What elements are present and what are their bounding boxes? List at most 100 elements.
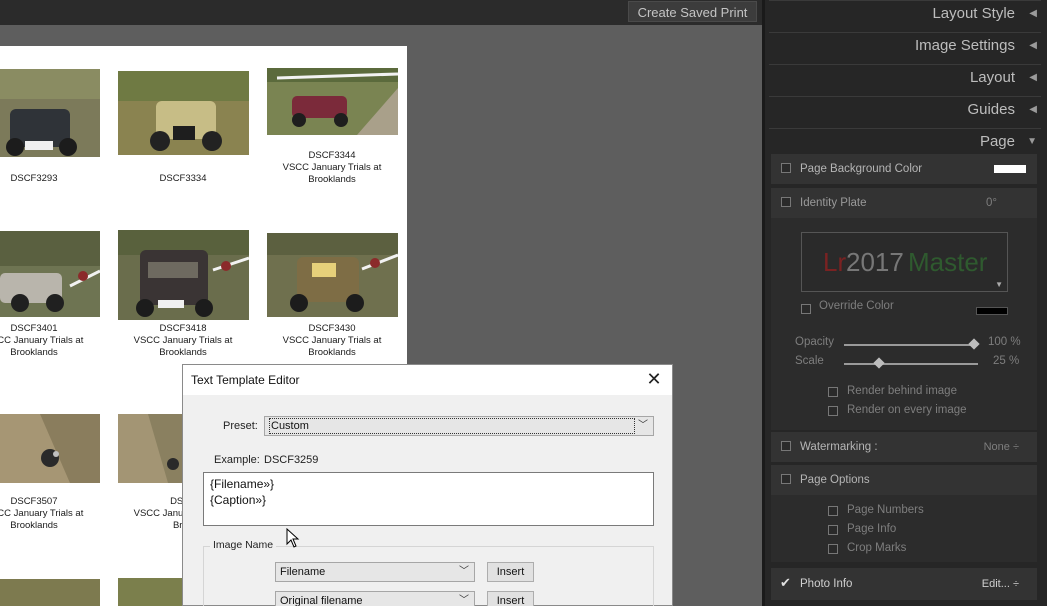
section-guides[interactable]: Guides ◀ bbox=[769, 96, 1041, 126]
preset-value: Custom bbox=[269, 418, 635, 434]
caption-line: Brooklands bbox=[159, 347, 207, 358]
identity-plate-master-text: Master bbox=[908, 247, 988, 277]
image-name-token-dropdown-2[interactable]: Original filename ﹀ bbox=[275, 591, 475, 606]
identity-plate-label: Identity Plate bbox=[800, 197, 867, 209]
opacity-label: Opacity bbox=[795, 336, 834, 348]
override-color-swatch[interactable] bbox=[976, 307, 1008, 315]
caption-line: Brooklands bbox=[10, 520, 58, 531]
caption-dscf3334: DSCF3334 bbox=[113, 173, 253, 185]
photo-info-dropdown[interactable]: Edit... ÷ bbox=[982, 568, 1019, 600]
section-label: Layout Style bbox=[932, 5, 1015, 22]
page-options-block: Page Options Page Numbers Page Info Crop… bbox=[771, 465, 1037, 562]
thumbnail-dscf3344[interactable] bbox=[267, 68, 398, 135]
create-saved-print-button[interactable]: Create Saved Print bbox=[628, 1, 757, 22]
close-icon[interactable]: ✕ bbox=[644, 369, 664, 389]
thumbnail-row4-col1[interactable] bbox=[0, 579, 100, 606]
page-background-swatch[interactable] bbox=[994, 165, 1026, 173]
caption-line: VSCC January Trials at bbox=[282, 162, 382, 173]
thumbnail-dscf3507[interactable] bbox=[0, 414, 100, 483]
watermarking-checkbox[interactable] bbox=[781, 441, 791, 451]
render-every-checkbox[interactable] bbox=[828, 406, 838, 416]
identity-plate-year-text: 2017 bbox=[846, 247, 904, 277]
section-image-settings[interactable]: Image Settings ◀ bbox=[769, 32, 1041, 62]
caption-line: VSCC January Trials at bbox=[282, 335, 382, 346]
text-template-editor-dialog: Text Template Editor ✕ Preset: Custom ﹀ … bbox=[182, 364, 673, 606]
collapse-triangle-icon: ◀ bbox=[1029, 40, 1037, 51]
top-toolbar: Create Saved Print bbox=[0, 0, 762, 25]
section-label: Layout bbox=[969, 69, 1015, 86]
section-layout[interactable]: Layout ◀ bbox=[769, 64, 1041, 94]
section-layout-style[interactable]: Layout Style ◀ bbox=[769, 0, 1041, 30]
caption-line: DSCF3401 bbox=[10, 323, 58, 334]
preset-dropdown[interactable]: Custom ﹀ bbox=[264, 416, 654, 436]
template-token-line: {Filename»} bbox=[210, 477, 275, 491]
dialog-title: Text Template Editor bbox=[191, 373, 300, 387]
page-options-checkbox[interactable] bbox=[781, 474, 791, 484]
watermarking-label: Watermarking : bbox=[800, 441, 878, 453]
thumbnail-row3-col2[interactable] bbox=[118, 414, 182, 483]
opacity-slider-track[interactable] bbox=[844, 344, 978, 346]
scale-value[interactable]: 25 % bbox=[993, 355, 1019, 367]
page-options-label: Page Options bbox=[800, 474, 870, 486]
identity-plate-lr-text: Lr bbox=[823, 247, 847, 277]
caption-dscf3293: DSCF3293 bbox=[0, 173, 104, 185]
insert-button-1[interactable]: Insert bbox=[487, 562, 534, 582]
caption-dscf3507: DSCF3507 VSCC January Trials at Brooklan… bbox=[0, 496, 104, 532]
identity-plate-preview[interactable]: Lr 2017 Master ▼ bbox=[801, 232, 1008, 292]
page-background-row: Page Background Color bbox=[771, 154, 1037, 184]
opacity-slider-knob[interactable] bbox=[968, 338, 980, 350]
thumbnail-dscf3430[interactable] bbox=[267, 233, 398, 317]
expand-triangle-icon: ▼ bbox=[1027, 136, 1037, 147]
section-label: Image Settings bbox=[914, 37, 1015, 54]
render-behind-checkbox[interactable] bbox=[828, 387, 838, 397]
thumbnail-dscf3334[interactable] bbox=[118, 71, 249, 155]
page-background-label: Page Background Color bbox=[800, 163, 923, 175]
caption-line: VSCC January Trials at bbox=[133, 335, 233, 346]
caption-line: DSCF3334 bbox=[159, 173, 207, 184]
collapse-triangle-icon: ◀ bbox=[1029, 104, 1037, 115]
page-background-checkbox[interactable] bbox=[781, 163, 791, 173]
section-label: Page bbox=[979, 133, 1015, 150]
thumbnail-dscf3401[interactable] bbox=[0, 231, 100, 317]
identity-plate-checkbox[interactable] bbox=[781, 197, 791, 207]
thumbnail-dscf3293[interactable] bbox=[0, 69, 100, 157]
watermarking-dropdown[interactable]: None ÷ bbox=[984, 432, 1019, 462]
scale-slider-knob[interactable] bbox=[873, 357, 885, 369]
caption-line: Brooklands bbox=[308, 174, 356, 185]
token-value: Filename bbox=[280, 566, 326, 578]
image-name-token-dropdown-1[interactable]: Filename ﹀ bbox=[275, 562, 475, 582]
page-numbers-label: Page Numbers bbox=[847, 504, 924, 516]
watermarking-row: Watermarking : None ÷ bbox=[771, 432, 1037, 462]
caption-dscf3430: DSCF3430 VSCC January Trials at Brooklan… bbox=[262, 323, 402, 359]
photo-info-check-icon[interactable]: ✔ bbox=[780, 575, 791, 591]
crop-marks-checkbox[interactable] bbox=[828, 544, 838, 554]
collapse-triangle-icon: ◀ bbox=[1029, 72, 1037, 83]
identity-plate-angle[interactable]: 0° bbox=[986, 188, 997, 218]
caption-line: DSCF3418 bbox=[159, 323, 207, 334]
caption-dscf3401: DSCF3401 VSCC January Trials at Brooklan… bbox=[0, 323, 104, 359]
scale-slider-track[interactable] bbox=[844, 363, 978, 365]
template-token-line: {Caption»} bbox=[210, 493, 267, 507]
override-color-checkbox[interactable] bbox=[801, 304, 811, 314]
photo-info-row: ✔ Photo Info Edit... ÷ bbox=[771, 568, 1037, 600]
thumbnail-row4-col2[interactable] bbox=[118, 578, 182, 606]
caption-dscf3344: DSCF3344 VSCC January Trials at Brooklan… bbox=[262, 150, 402, 186]
render-behind-label: Render behind image bbox=[847, 385, 957, 397]
page-numbers-checkbox[interactable] bbox=[828, 506, 838, 516]
insert-button-2[interactable]: Insert bbox=[487, 591, 534, 606]
render-every-label: Render on every image bbox=[847, 404, 967, 416]
chevron-down-icon: ﹀ bbox=[459, 595, 469, 606]
section-label: Guides bbox=[967, 101, 1015, 118]
template-text-editor[interactable]: {Filename»} {Caption»} bbox=[203, 472, 654, 526]
caption-line: DSCF3430 bbox=[308, 323, 356, 334]
caption-line: Brooklands bbox=[308, 347, 356, 358]
scale-label: Scale bbox=[795, 355, 824, 367]
right-panel: Layout Style ◀ Image Settings ◀ Layout ◀… bbox=[762, 0, 1047, 606]
thumbnail-dscf3418[interactable] bbox=[118, 230, 249, 320]
caption-dscf3418: DSCF3418 VSCC January Trials at Brooklan… bbox=[113, 323, 253, 359]
opacity-value[interactable]: 100 % bbox=[988, 336, 1021, 348]
caption-line: DSCF3293 bbox=[10, 173, 58, 184]
page-info-checkbox[interactable] bbox=[828, 525, 838, 535]
dialog-titlebar[interactable]: Text Template Editor bbox=[183, 365, 672, 395]
collapse-triangle-icon: ◀ bbox=[1029, 8, 1037, 19]
